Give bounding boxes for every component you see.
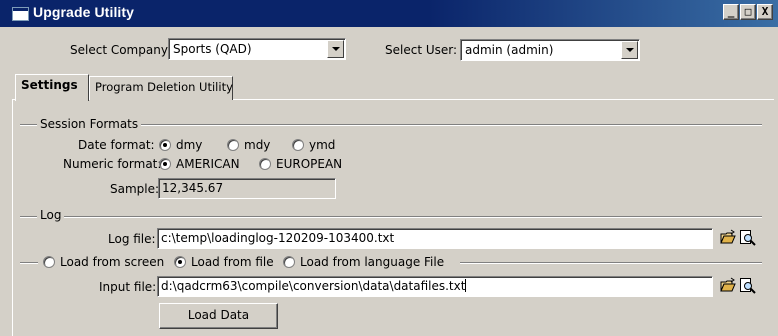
company-select-value: Sports (QAD): [173, 42, 252, 56]
input-file-value: d:\qadcrm63\compile\conversion\data\data…: [161, 279, 466, 293]
chevron-down-icon[interactable]: [621, 41, 638, 59]
radio-unselected-icon: [292, 139, 304, 151]
open-folder-icon[interactable]: [720, 229, 738, 247]
app-window-icon: [12, 7, 29, 21]
load-source-divider-right: [460, 262, 762, 264]
preview-icon[interactable]: [739, 277, 757, 295]
window-title: Upgrade Utility: [33, 4, 135, 20]
user-select-value: admin (admin): [465, 43, 554, 57]
open-folder-icon[interactable]: [720, 277, 738, 295]
load-source-divider-left: [20, 262, 38, 264]
company-select[interactable]: Sports (QAD): [168, 38, 346, 60]
radio-unselected-icon: [43, 256, 55, 268]
company-label: Select Company:: [70, 43, 172, 57]
log-file-input[interactable]: c:\temp\loadinglog-120209-103400.txt: [157, 228, 713, 249]
input-file-label: Input file:: [99, 280, 157, 294]
log-file-label: Log file:: [108, 232, 156, 246]
input-file-input[interactable]: d:\qadcrm63\compile\conversion\data\data…: [157, 276, 713, 297]
radio-selected-icon: [159, 158, 171, 170]
minimize-button[interactable]: _: [723, 4, 739, 20]
tab-program-deletion-utility[interactable]: Program Deletion Utility: [89, 76, 233, 100]
radio-selected-icon: [159, 139, 171, 151]
sample-label: Sample:: [110, 182, 160, 196]
restore-button[interactable]: □: [740, 4, 756, 20]
radio-selected-icon: [174, 256, 186, 268]
preview-icon[interactable]: [739, 229, 757, 247]
radio-unselected-icon: [259, 158, 271, 170]
log-group-label: Log: [37, 208, 65, 222]
title-bar[interactable]: Upgrade Utility _ □ X: [0, 0, 778, 27]
user-label: Select User:: [385, 43, 458, 57]
text-caret: [465, 279, 467, 292]
user-select[interactable]: admin (admin): [460, 39, 640, 61]
session-formats-group-label: Session Formats: [37, 117, 142, 131]
date-format-label: Date format:: [78, 138, 155, 152]
close-button[interactable]: X: [757, 4, 773, 20]
upgrade-utility-window: Upgrade Utility _ □ X Select Company: Sp…: [0, 0, 778, 336]
log-divider: [20, 216, 762, 218]
sample-field: 12,345.67: [158, 178, 336, 199]
tab-settings[interactable]: Settings: [15, 74, 89, 101]
radio-unselected-icon: [227, 139, 239, 151]
load-data-button[interactable]: Load Data: [159, 303, 278, 329]
numeric-format-label: Numeric format:: [63, 157, 162, 171]
chevron-down-icon[interactable]: [327, 40, 344, 58]
radio-unselected-icon: [283, 256, 295, 268]
